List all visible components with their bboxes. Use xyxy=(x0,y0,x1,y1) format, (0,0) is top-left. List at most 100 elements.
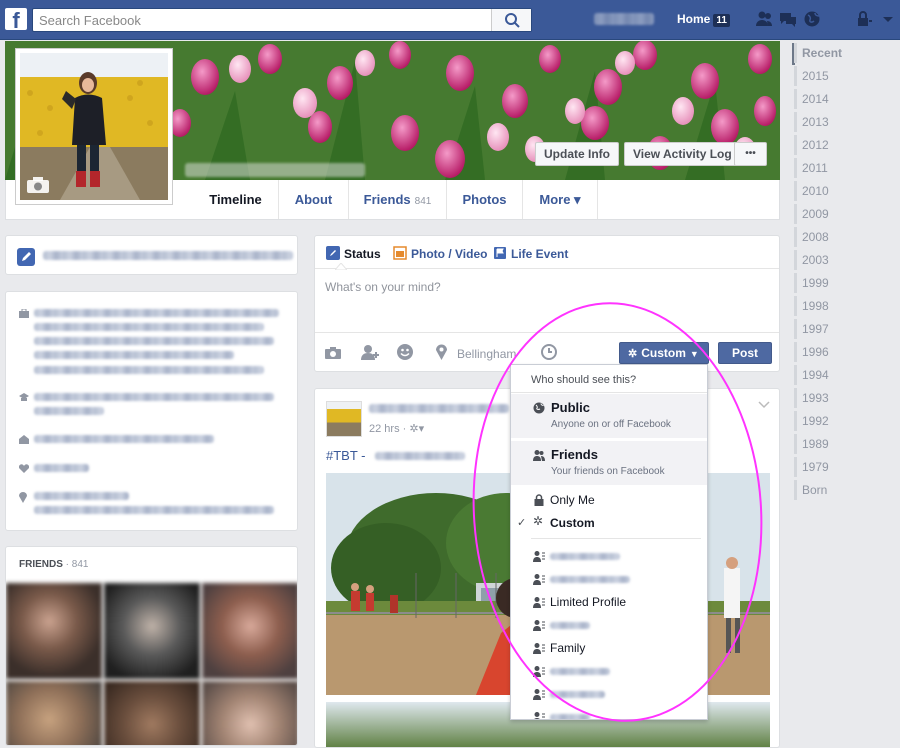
tab-photo-video[interactable]: Photo / Video xyxy=(393,246,487,261)
year-nav-1992[interactable]: 1992 xyxy=(802,414,829,428)
tab-photos[interactable]: Photos xyxy=(446,180,522,219)
location-pin-icon xyxy=(19,492,27,503)
feeling-smiley-icon[interactable] xyxy=(397,344,413,360)
year-nav-2015[interactable]: 2015 xyxy=(802,69,829,83)
top-navigation-bar: f Home11 xyxy=(0,0,900,40)
search-input[interactable] xyxy=(33,9,493,31)
audience-list-item[interactable] xyxy=(511,614,707,636)
chevron-down-icon: ▼ xyxy=(689,349,699,359)
profile-picture[interactable] xyxy=(15,48,173,205)
year-nav-2012[interactable]: 2012 xyxy=(802,138,829,152)
tab-timeline[interactable]: Timeline xyxy=(193,180,278,219)
tab-label: Timeline xyxy=(209,192,262,207)
account-menu-chevron-icon[interactable] xyxy=(879,10,897,28)
audience-list-item[interactable] xyxy=(511,545,707,567)
clock-icon[interactable] xyxy=(541,344,557,360)
year-nav-2011[interactable]: 2011 xyxy=(802,161,828,175)
year-nav-bar xyxy=(794,273,797,293)
post-time: 22 hrs · xyxy=(369,423,407,435)
friend-thumbnail[interactable] xyxy=(104,583,200,679)
tab-friends[interactable]: Friends 841 xyxy=(348,180,446,219)
post-options-chevron-icon[interactable] xyxy=(758,401,770,409)
post-button[interactable]: Post xyxy=(718,342,772,364)
pencil-icon[interactable] xyxy=(17,248,35,266)
option-subtitle: Your friends on Facebook xyxy=(551,466,665,477)
audience-option-friends[interactable]: Friends Your friends on Facebook xyxy=(511,441,707,485)
year-nav-2010[interactable]: 2010 xyxy=(802,184,829,198)
year-nav-1989[interactable]: 1989 xyxy=(802,437,829,451)
audience-list-item[interactable] xyxy=(511,660,707,682)
globe-icon xyxy=(533,402,545,414)
year-nav-1998[interactable]: 1998 xyxy=(802,299,829,313)
year-nav-1979[interactable]: 1979 xyxy=(802,460,829,474)
year-nav-2013[interactable]: 2013 xyxy=(802,115,829,129)
year-nav-bar xyxy=(794,457,797,477)
tab-status[interactable]: Status xyxy=(326,246,381,261)
search-button[interactable] xyxy=(491,9,531,31)
audience-menu: Who should see this? Public Anyone on or… xyxy=(510,364,708,720)
audience-list-family[interactable]: Family xyxy=(511,637,707,659)
tab-label: Photos xyxy=(462,192,507,207)
tab-life-event[interactable]: Life Event xyxy=(493,246,568,261)
tab-more[interactable]: More ▾ xyxy=(522,180,598,219)
year-nav-1994[interactable]: 1994 xyxy=(802,368,829,382)
friend-thumbnail[interactable] xyxy=(202,681,297,745)
year-nav-recent[interactable]: Recent xyxy=(802,46,842,60)
camera-icon[interactable] xyxy=(26,176,50,194)
year-nav-2003[interactable]: 2003 xyxy=(802,253,829,267)
privacy-gear-icon[interactable]: ✲▾ xyxy=(409,423,424,435)
audience-selector-button[interactable]: ✲ Custom ▼ xyxy=(619,342,709,364)
audience-label: Custom xyxy=(641,346,686,360)
friends-heading-count: 841 xyxy=(71,559,89,570)
update-info-button[interactable]: Update Info xyxy=(535,142,619,166)
tab-about[interactable]: About xyxy=(278,180,348,219)
friend-requests-icon[interactable] xyxy=(755,10,773,28)
year-nav-2009[interactable]: 2009 xyxy=(802,207,829,221)
list-name-blurred xyxy=(550,668,610,675)
year-nav-1993[interactable]: 1993 xyxy=(802,391,829,405)
audience-list-item[interactable] xyxy=(511,683,707,705)
post-hashtag[interactable]: #TBT - xyxy=(326,448,366,463)
view-activity-log-button[interactable]: View Activity Log xyxy=(624,142,741,166)
option-label: Limited Profile xyxy=(550,595,627,609)
tab-label: Photo / Video xyxy=(411,247,488,261)
work-info-blurred xyxy=(34,309,279,317)
audience-option-only-me[interactable]: Only Me xyxy=(511,489,707,511)
year-nav-2014[interactable]: 2014 xyxy=(802,92,829,106)
year-nav-1997[interactable]: 1997 xyxy=(802,322,829,336)
audience-option-public[interactable]: Public Anyone on or off Facebook xyxy=(511,394,707,438)
messages-icon[interactable] xyxy=(779,10,797,28)
friend-thumbnail[interactable] xyxy=(6,583,102,679)
friend-list-icon xyxy=(533,666,545,677)
facebook-logo[interactable]: f xyxy=(5,8,27,30)
audience-list-item[interactable] xyxy=(511,706,707,719)
status-input[interactable]: What's on your mind? xyxy=(325,280,441,294)
friend-thumbnail[interactable] xyxy=(104,681,200,745)
year-nav-1999[interactable]: 1999 xyxy=(802,276,829,290)
post-timestamp[interactable]: 22 hrs · ✲▾ xyxy=(369,422,424,435)
user-name-blurred[interactable] xyxy=(594,13,654,25)
camera-icon[interactable] xyxy=(325,346,341,360)
friend-thumbnail[interactable] xyxy=(6,681,102,745)
year-nav-1996[interactable]: 1996 xyxy=(802,345,829,359)
privacy-lock-icon[interactable] xyxy=(855,10,873,28)
friend-thumbnail[interactable] xyxy=(202,583,297,679)
option-label: Family xyxy=(550,641,586,655)
location-pin-icon[interactable] xyxy=(436,344,447,360)
notifications-globe-icon[interactable] xyxy=(803,10,821,28)
location-text[interactable]: Bellingham xyxy=(457,347,516,361)
year-nav-born[interactable]: Born xyxy=(802,483,827,497)
audience-option-custom[interactable]: ✓ ✲ Custom xyxy=(511,512,707,534)
year-nav-2008[interactable]: 2008 xyxy=(802,230,829,244)
active-tab-indicator xyxy=(198,216,273,219)
tag-friends-icon[interactable] xyxy=(361,344,381,360)
post-author-name-blurred[interactable] xyxy=(369,404,509,413)
audience-list-item[interactable] xyxy=(511,568,707,590)
friends-icon xyxy=(533,450,545,461)
friends-heading[interactable]: FRIENDS · 841 xyxy=(19,559,88,570)
audience-list-limited-profile[interactable]: Limited Profile xyxy=(511,591,707,613)
intro-edit-card xyxy=(5,235,298,275)
more-options-button[interactable]: ••• xyxy=(734,142,767,166)
post-author-avatar[interactable] xyxy=(326,401,362,437)
home-link[interactable]: Home 11 xyxy=(677,12,730,27)
